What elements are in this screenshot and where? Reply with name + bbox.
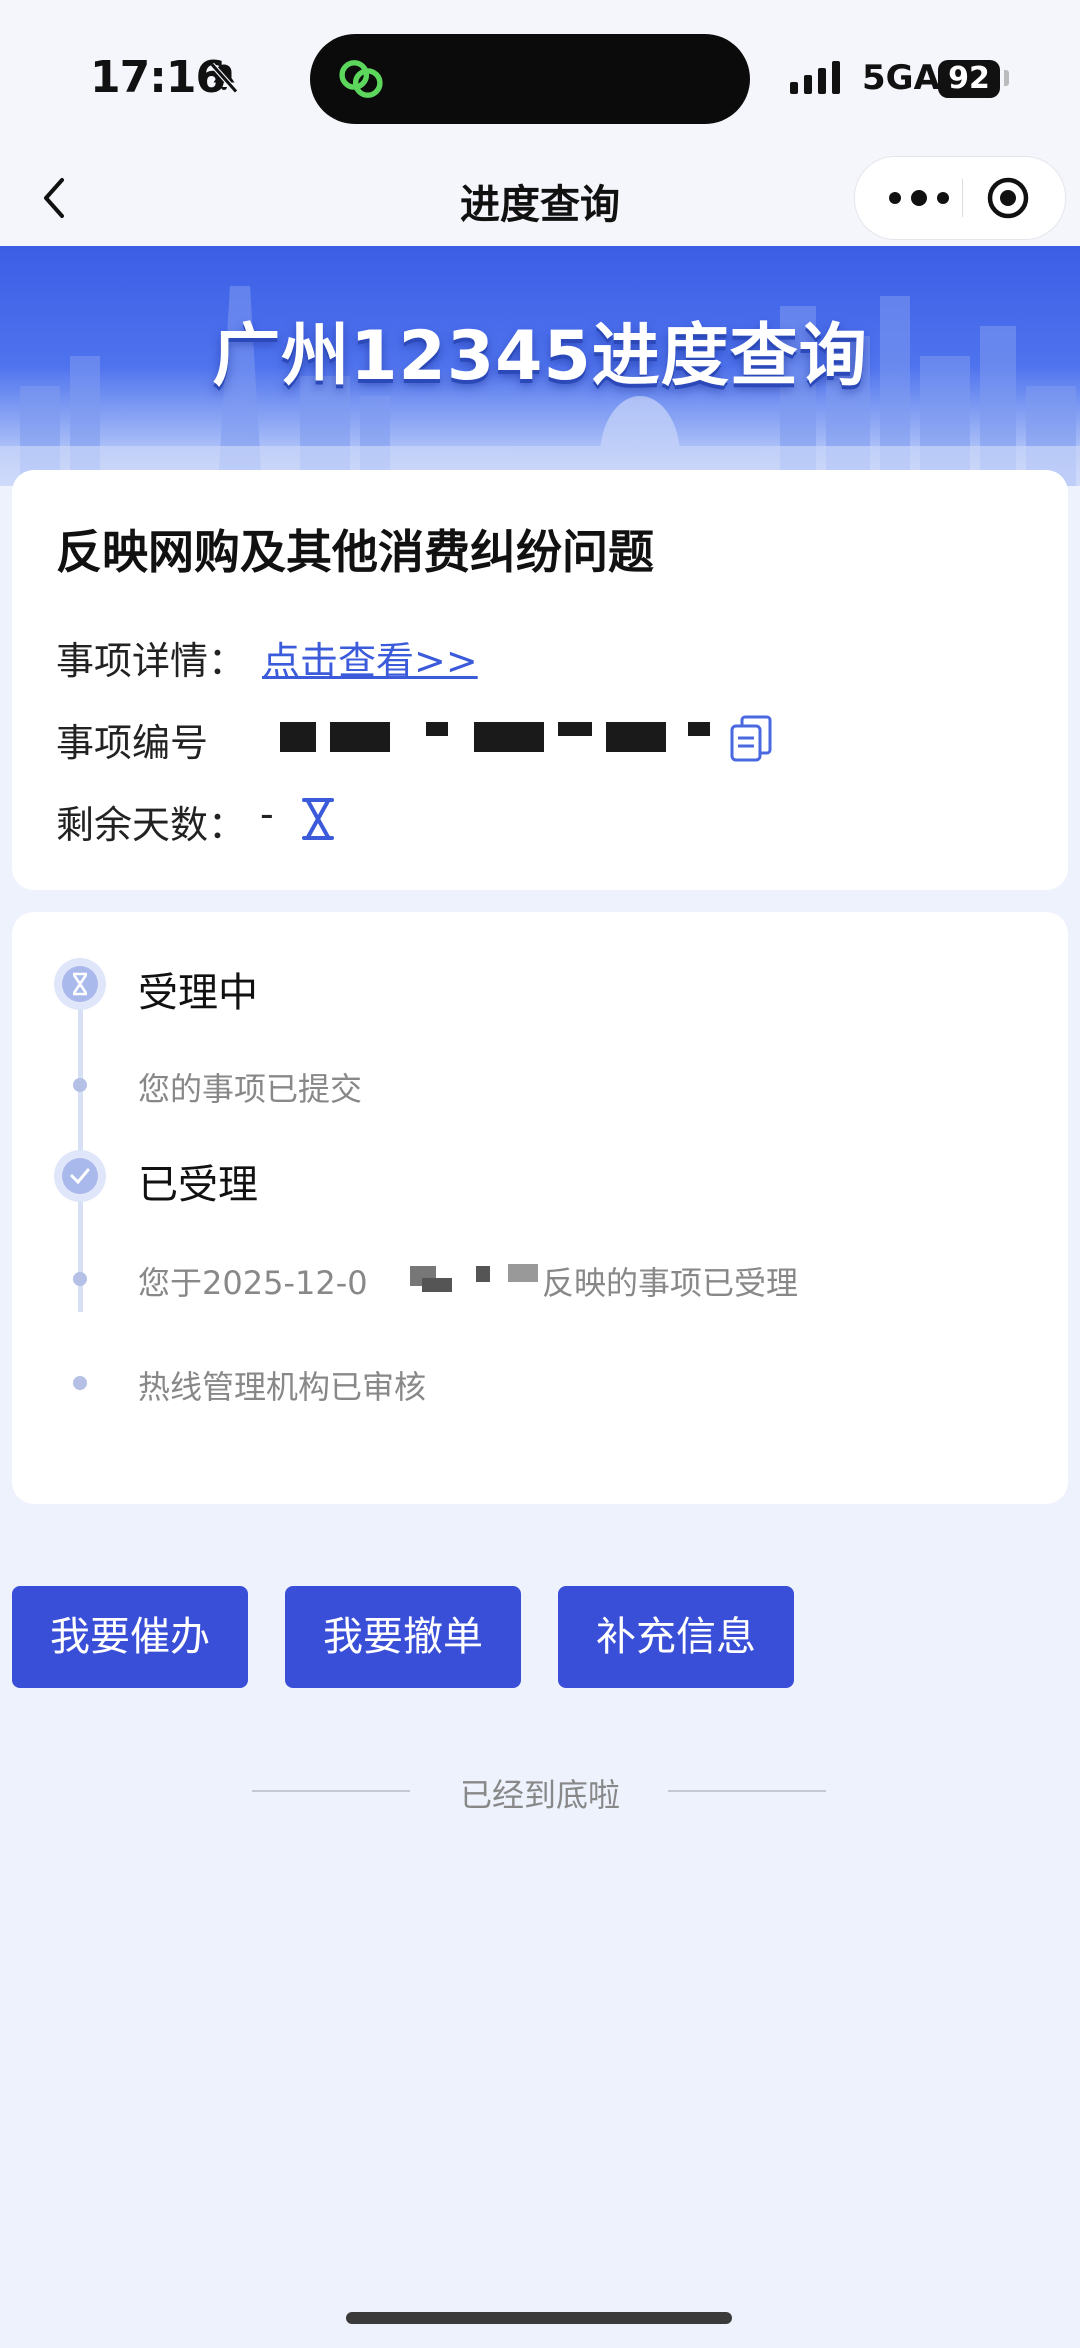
bell-muted-icon — [210, 62, 238, 94]
end-of-list-text: 已经到底啦 — [459, 1776, 620, 1814]
signal-icon — [790, 61, 840, 94]
step-status: 已受理 — [138, 1162, 258, 1208]
mini-program-capsule — [854, 156, 1066, 240]
pending-step-icon — [54, 958, 106, 1010]
timeline-dot — [73, 1376, 87, 1390]
copy-icon[interactable] — [728, 714, 774, 764]
progress-timeline: 受理中 您的事项已提交 已受理 您于2025-12-0 反映的事项已受理 热线管… — [12, 912, 1068, 1504]
step-note: 您于2025-12-0 — [138, 1264, 368, 1302]
status-bar: 17:16 5GA 92 — [0, 0, 1080, 150]
battery-icon: 92 — [938, 60, 1000, 98]
home-indicator[interactable] — [346, 2312, 732, 2324]
banner-title: 广州12345进度查询 — [212, 317, 868, 396]
dynamic-island — [310, 34, 750, 124]
timeline-dot — [73, 1272, 87, 1286]
timeline-line — [78, 982, 83, 1312]
number-label: 事项编号 — [56, 721, 209, 765]
divider-right — [668, 1790, 826, 1792]
battery-tip — [1004, 70, 1009, 86]
issue-card: 反映网购及其他消费纠纷问题 事项详情： 点击查看>> 事项编号 剩余天数： - — [12, 470, 1068, 890]
step-note: 热线管理机构已审核 — [138, 1368, 427, 1406]
timeline-dot — [73, 1078, 87, 1092]
check-step-icon — [54, 1150, 106, 1202]
network-type: 5GA — [862, 58, 940, 98]
app-activity-icon — [339, 60, 383, 98]
hourglass-icon — [302, 798, 334, 840]
capsule-divider — [962, 179, 963, 217]
issue-title: 反映网购及其他消费纠纷问题 — [56, 525, 654, 579]
close-target-icon[interactable] — [985, 175, 1031, 221]
view-detail-link[interactable]: 点击查看>> — [262, 630, 478, 685]
clock: 17:16 — [90, 52, 226, 103]
supplement-info-button[interactable]: 补充信息 — [558, 1586, 794, 1688]
detail-label: 事项详情： — [56, 639, 247, 683]
urge-button[interactable]: 我要催办 — [12, 1586, 248, 1688]
nav-bar: 进度查询 — [0, 150, 1080, 246]
withdraw-button[interactable]: 我要撤单 — [285, 1586, 521, 1688]
step-note: 您的事项已提交 — [138, 1070, 363, 1108]
banner: 广州12345进度查询 — [0, 246, 1080, 486]
step-status: 受理中 — [138, 970, 258, 1016]
step-note: 反映的事项已受理 — [542, 1264, 799, 1302]
more-icon[interactable] — [881, 175, 957, 221]
days-label: 剩余天数： — [56, 803, 247, 847]
days-value: - — [260, 792, 274, 836]
